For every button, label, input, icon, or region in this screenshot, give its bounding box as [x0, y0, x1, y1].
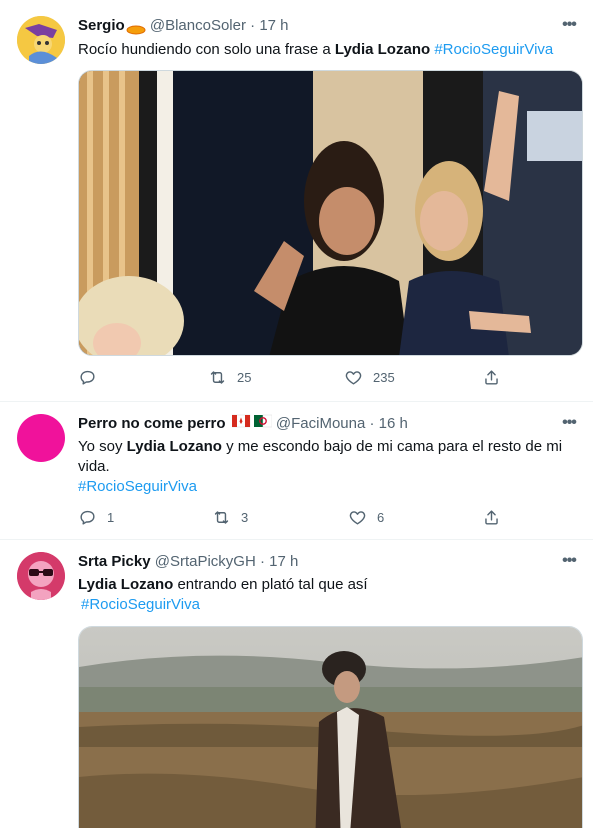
reply-icon: [80, 370, 95, 385]
retweet-count: 25: [237, 370, 252, 385]
tweet-text: Rocío hundiendo con solo una frase a Lyd…: [78, 40, 579, 60]
like-count: 6: [377, 510, 385, 525]
tweet-header: Srta Picky @SrtaPickyGH · 17 h: [78, 552, 298, 572]
user-handle[interactable]: @BlancoSoler: [150, 17, 246, 34]
heart-icon: [349, 511, 366, 525]
tweet-time[interactable]: 17 h: [259, 17, 288, 34]
avatar[interactable]: [17, 414, 65, 462]
display-name[interactable]: Perro no come perro: [78, 415, 226, 432]
more-icon[interactable]: •••: [559, 17, 579, 40]
share-icon: [485, 510, 498, 525]
tweet-time[interactable]: 17 h: [269, 553, 298, 570]
separator-dot: ·: [250, 17, 256, 34]
user-handle[interactable]: @SrtaPickyGH: [155, 553, 256, 570]
flags-icon: [231, 414, 272, 434]
reply-icon: [80, 510, 95, 525]
avatar-image: [17, 552, 65, 600]
tweet-text: Lydia Lozano entrando en plató tal que a…: [78, 575, 579, 615]
share-icon: [485, 370, 498, 385]
heart-icon: [345, 371, 362, 385]
retweet-button[interactable]: 25: [208, 368, 251, 387]
user-handle[interactable]: @FaciMouna: [276, 415, 365, 432]
tweet-actions: 25 235: [78, 368, 508, 388]
tweet-header: Sergio @BlancoSoler · 17 h: [78, 16, 289, 36]
avatar[interactable]: [17, 552, 65, 600]
tweet-perro-no-come-perro[interactable]: Perro no come perro @FaciMouna · 16 h ••…: [0, 402, 593, 540]
hashtag-link[interactable]: #RocioSeguirViva: [78, 478, 197, 495]
tweet-text-part: Rocío hundiendo con solo una frase a: [78, 41, 335, 58]
reply-button[interactable]: [78, 368, 107, 387]
tweet-media-gif[interactable]: [78, 70, 583, 356]
tweet-actions: 1 3 6: [78, 508, 508, 528]
mention-bold: Lydia Lozano: [126, 438, 222, 455]
share-button[interactable]: [482, 368, 501, 387]
media-image: [79, 71, 582, 355]
more-icon[interactable]: •••: [559, 553, 579, 576]
avatar-image: [17, 16, 65, 64]
share-button[interactable]: [482, 508, 501, 527]
tweet-text: Yo soy Lydia Lozano y me escondo bajo de…: [78, 437, 563, 497]
more-icon[interactable]: •••: [559, 415, 579, 438]
separator-dot: ·: [259, 553, 265, 570]
tweet-time[interactable]: 16 h: [379, 415, 408, 432]
display-name[interactable]: Sergio: [78, 17, 125, 34]
mention-bold: Lydia Lozano: [78, 576, 174, 593]
retweet-button[interactable]: 3: [212, 508, 248, 527]
separator-dot: ·: [369, 415, 375, 432]
tweet-media-gif[interactable]: [78, 626, 583, 828]
retweet-count: 3: [241, 510, 249, 525]
hashtag-link[interactable]: #RocioSeguirViva: [434, 41, 553, 58]
retweet-icon: [210, 371, 225, 384]
display-name[interactable]: Srta Picky: [78, 553, 151, 570]
like-count: 235: [373, 370, 395, 385]
tweet-sergio[interactable]: Sergio @BlancoSoler · 17 h ••• Rocío hun…: [0, 0, 593, 402]
tweet-text-part: entrando en plató tal que así: [173, 576, 368, 593]
reply-count: 1: [107, 510, 115, 525]
tweet-text-part: Yo soy: [78, 438, 127, 455]
tweet-srta-picky[interactable]: Srta Picky @SrtaPickyGH · 17 h ••• Lydia…: [0, 540, 593, 828]
reply-button[interactable]: 1: [78, 508, 114, 527]
retweet-icon: [214, 511, 229, 524]
timeline-feed: Sergio @BlancoSoler · 17 h ••• Rocío hun…: [0, 0, 593, 828]
like-button[interactable]: 6: [348, 508, 384, 527]
media-image: [79, 627, 582, 828]
tweet-header: Perro no come perro @FaciMouna · 16 h: [78, 414, 408, 434]
mention-bold: Lydia Lozano: [334, 41, 431, 58]
like-button[interactable]: 235: [344, 368, 395, 387]
hashtag-link[interactable]: #RocioSeguirViva: [81, 596, 200, 613]
orange-emoji-icon: [126, 21, 146, 35]
avatar[interactable]: [17, 16, 65, 64]
